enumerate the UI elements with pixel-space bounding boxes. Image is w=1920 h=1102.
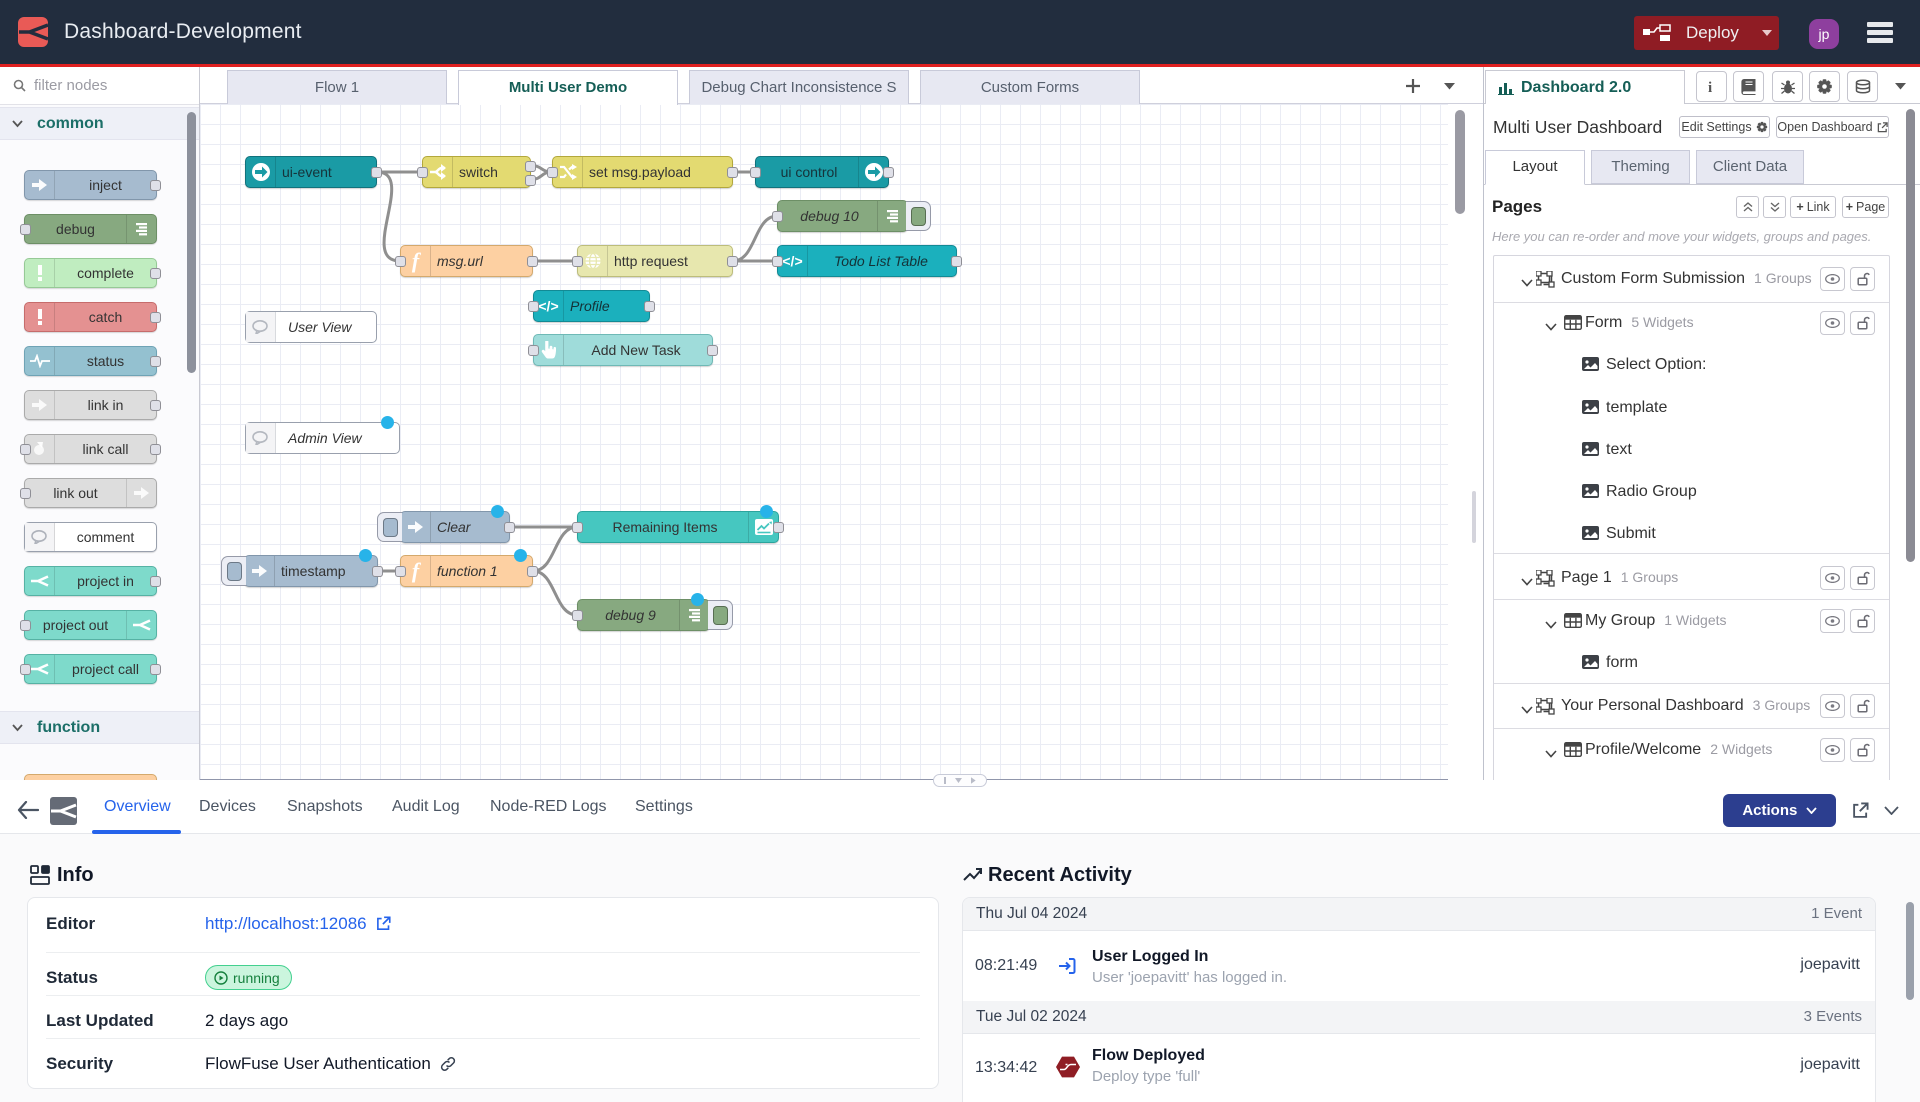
svg-text:i: i [1708,80,1712,95]
